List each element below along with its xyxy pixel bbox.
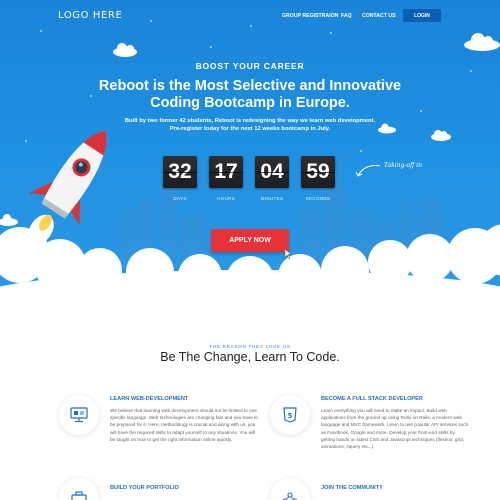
reasons-eyebrow: THE REASON THEY LOVE US xyxy=(209,344,291,349)
curved-arrow-icon xyxy=(355,165,381,177)
countdown-seconds: 59 xyxy=(301,156,335,188)
feature-text-web: We believe that learning web development… xyxy=(110,408,258,442)
countdown-minutes-label: MINUTES xyxy=(260,196,284,201)
nav-faq[interactable]: FAQ xyxy=(341,13,352,19)
apply-now-button[interactable]: APPLY NOW xyxy=(211,229,289,252)
countdown-minutes: 04 xyxy=(255,156,289,188)
countdown-timer: 32 DAYS 17 HOURS 04 MINUTES 59 SECONDS xyxy=(163,156,338,206)
feature-icon-circle-community xyxy=(270,478,310,500)
rocket-illustration xyxy=(20,130,107,254)
feature-icon-circle-portfolio xyxy=(59,478,99,500)
countdown-days: 32 xyxy=(163,156,197,188)
feature-text-fullstack: Learn everything you will need to make a… xyxy=(321,408,469,450)
feature-title-fullstack: BECOME A FULL STACK DEVELOPER xyxy=(321,396,423,402)
feature-title-community: JOIN THE COMMUNITY xyxy=(321,485,383,491)
hero-eyebrow: BOOST YOUR CAREER xyxy=(195,61,305,71)
countdown-seconds-label: SECONDS xyxy=(305,196,331,201)
nav-contact-us[interactable]: CONTACT US xyxy=(362,13,396,19)
countdown-days-label: DAYS xyxy=(173,196,187,201)
countdown-hours-label: HOURS xyxy=(216,196,236,201)
login-button[interactable]: LOGIN xyxy=(403,9,441,22)
nav-group-registration[interactable]: GROUP REGISTRAION xyxy=(282,13,338,19)
feature-title-web: LEARN WEB-DEVELOPMENT xyxy=(110,396,189,402)
feature-title-portfolio: BUILD YOUR PORTFOLIO xyxy=(110,485,179,491)
countdown-hours: 17 xyxy=(209,156,243,188)
takeoff-note: Taking-off in xyxy=(384,162,422,169)
hero-headline-line-1: Reboot is the Most Selective and Innovat… xyxy=(98,78,402,94)
svg-text:5: 5 xyxy=(288,412,293,420)
hero-headline: Reboot is the Most Selective and Innovat… xyxy=(0,78,500,112)
hero-section: LOGO HERE GROUP REGISTRAION FAQ CONTACT … xyxy=(0,0,500,300)
html5-icon: 5 xyxy=(283,407,297,423)
logo[interactable]: LOGO HERE xyxy=(58,10,122,21)
reasons-title: Be The Change, Learn To Code. xyxy=(160,350,340,364)
monitor-icon xyxy=(70,407,88,423)
feature-icon-circle-fullstack: 5 xyxy=(270,395,310,435)
cursor-icon xyxy=(285,249,292,259)
feature-icon-circle-web xyxy=(59,395,99,435)
community-icon xyxy=(282,492,298,500)
portfolio-icon xyxy=(71,491,87,500)
